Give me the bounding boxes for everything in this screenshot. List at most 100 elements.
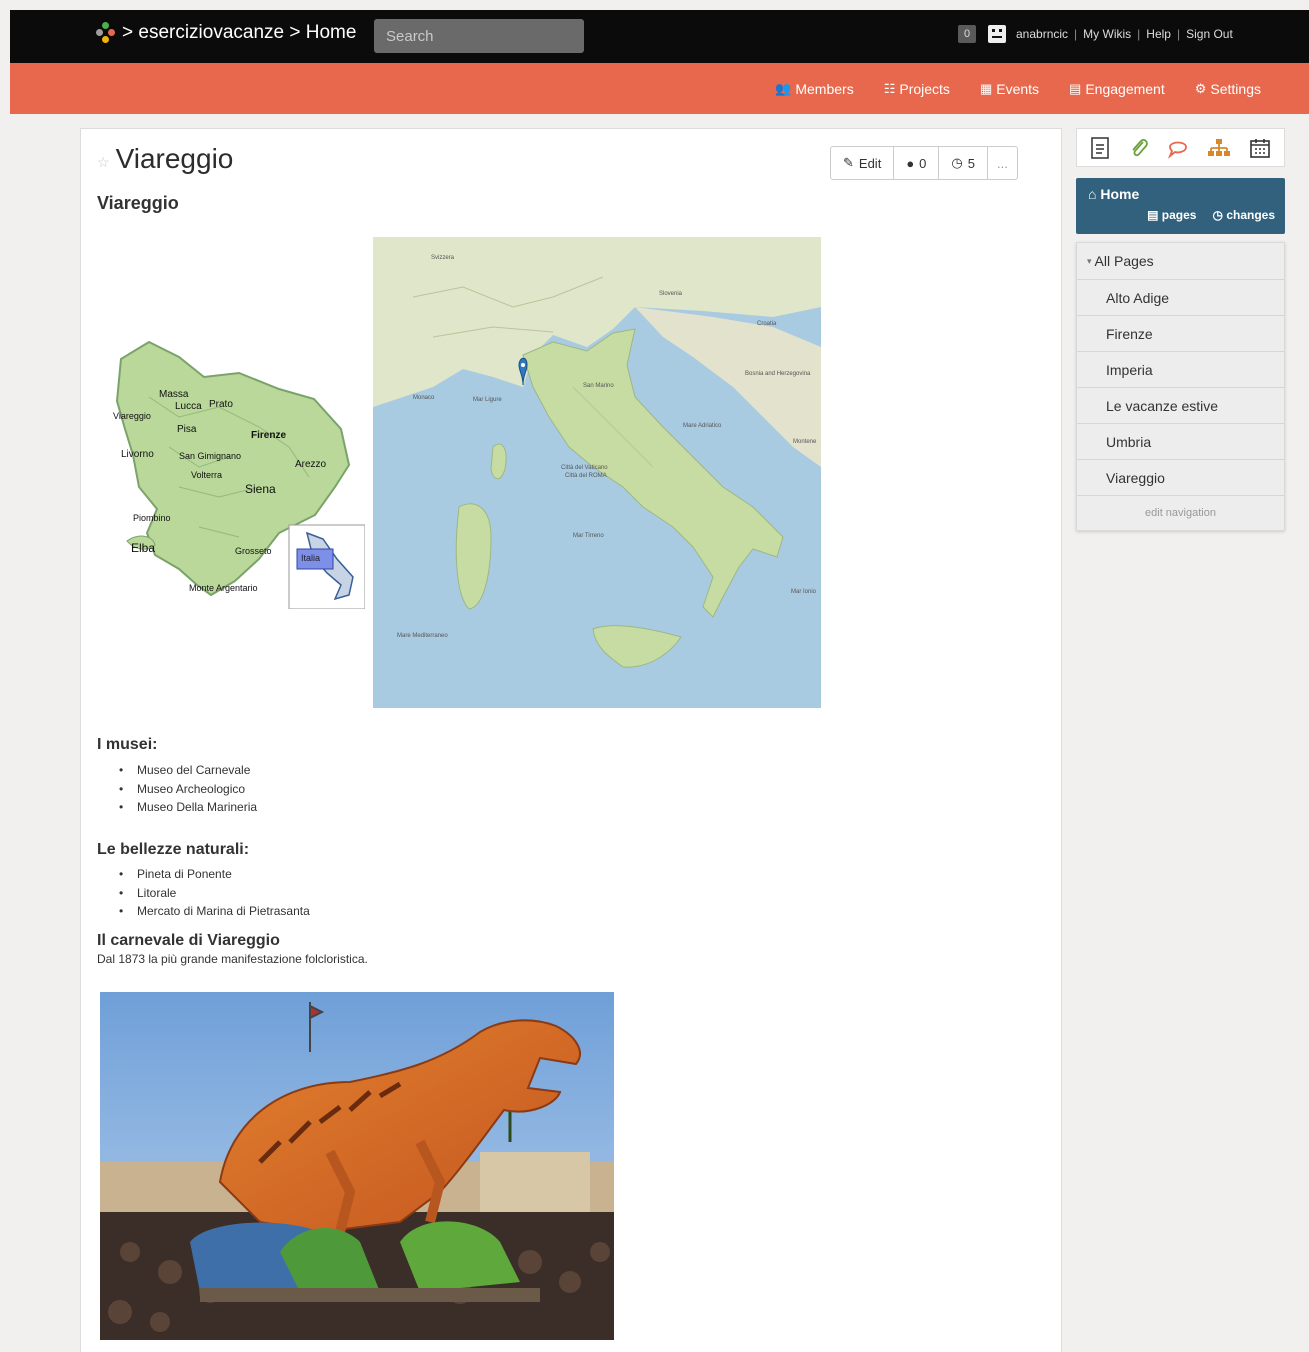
pages-link[interactable]: ▤ pages xyxy=(1147,208,1196,222)
hierarchy-icon[interactable] xyxy=(1207,136,1231,160)
map-label: Firenze xyxy=(251,430,286,441)
nav-events[interactable]: ▦ Events xyxy=(980,81,1039,97)
sidebar-item-viareggio[interactable]: Viareggio xyxy=(1077,460,1284,496)
engagement-icon: ▤ xyxy=(1069,80,1082,96)
pencil-icon: ✎ xyxy=(843,155,854,170)
map-label: Grosseto xyxy=(235,546,272,556)
pages-link-label: pages xyxy=(1161,208,1197,222)
map-label: San Marino xyxy=(583,383,614,389)
map-label: San Gimignano xyxy=(179,451,241,461)
top-bar: > eserciziovacanze > Home 0 anabrncic | … xyxy=(10,10,1309,63)
list-item: Mercato di Marina di Pietrasanta xyxy=(97,902,310,921)
notification-count[interactable]: 0 xyxy=(958,25,976,43)
map-label: Città del ROMA xyxy=(565,473,607,479)
map-label: Massa xyxy=(159,389,189,400)
edit-navigation-link[interactable]: edit navigation xyxy=(1077,496,1284,530)
map-label: Mar Tirreno xyxy=(573,533,604,539)
list-item: Museo del Carnevale xyxy=(97,761,257,780)
page-content: ☆ Viareggio ✎ Edit ● 0 ◷ 5 ... Viareggio… xyxy=(80,128,1062,1352)
separator: | xyxy=(1176,27,1181,41)
attachment-icon[interactable] xyxy=(1128,136,1150,160)
carnival-heading: Il carnevale di Viareggio xyxy=(97,932,280,949)
tuscany-map: Massa Lucca Prato Viareggio Pisa Firenze… xyxy=(113,340,365,609)
map-label: Mare Mediterraneo xyxy=(397,633,448,639)
caret-down-icon: ▾ xyxy=(1087,255,1092,266)
map-label: Monte Argentario xyxy=(189,583,258,593)
map-label: Elba xyxy=(131,541,155,555)
map-label: Monaco xyxy=(413,395,435,401)
map-label: Arezzo xyxy=(295,459,327,470)
list-item: Litorale xyxy=(97,884,310,903)
search-input[interactable] xyxy=(374,19,584,53)
map-label: Italia xyxy=(301,553,320,563)
map-label: Prato xyxy=(209,399,233,410)
nav-members-label: Members xyxy=(795,80,854,97)
separator: | xyxy=(1074,27,1078,41)
map-label: Città del Vaticano xyxy=(561,465,608,471)
nav-engagement[interactable]: ▤ Engagement xyxy=(1069,81,1165,97)
revisions-count: 5 xyxy=(967,155,975,171)
edit-button[interactable]: ✎ Edit xyxy=(831,147,895,179)
map-label: Bosnia and Herzegovina xyxy=(745,371,811,377)
my-wikis-link[interactable]: My Wikis xyxy=(1083,27,1131,41)
list-item: Pineta di Ponente xyxy=(97,865,310,884)
separator: | xyxy=(1137,27,1141,41)
members-icon: 👥 xyxy=(775,80,792,96)
home-label: Home xyxy=(1100,186,1140,202)
projects-icon: ☷ xyxy=(883,80,896,96)
nav-members[interactable]: 👥 Members xyxy=(775,81,854,97)
gear-icon: ⚙ xyxy=(1194,80,1207,96)
map-label: Livorno xyxy=(121,449,154,460)
map-label: Mar Ligure xyxy=(473,397,502,403)
page-icon[interactable] xyxy=(1089,136,1111,160)
pages-icon: ▤ xyxy=(1147,208,1159,222)
museums-list: Museo del Carnevale Museo Archeologico M… xyxy=(97,761,257,817)
page-actions: ✎ Edit ● 0 ◷ 5 ... xyxy=(830,146,1018,180)
carnival-photo xyxy=(100,992,614,1340)
sign-out-link[interactable]: Sign Out xyxy=(1186,27,1233,41)
sidebar-item-umbria[interactable]: Umbria xyxy=(1077,424,1284,460)
nav-settings-label: Settings xyxy=(1210,80,1261,97)
favorite-star-icon[interactable]: ☆ xyxy=(97,154,110,171)
sidebar-item-alto-adige[interactable]: Alto Adige xyxy=(1077,280,1284,316)
calendar-icon: ▦ xyxy=(979,80,993,96)
breadcrumb-text[interactable]: > eserciziovacanze > Home xyxy=(122,22,356,44)
avatar[interactable] xyxy=(988,25,1006,43)
sidebar-item-imperia[interactable]: Imperia xyxy=(1077,352,1284,388)
all-pages-toggle[interactable]: ▾ All Pages xyxy=(1077,243,1284,280)
page-title: Viareggio xyxy=(115,143,234,174)
comments-count: 0 xyxy=(919,155,927,171)
italy-map[interactable]: Svizzera Slovenia Croatia Bosnia and Her… xyxy=(373,237,821,708)
edit-label: Edit xyxy=(858,155,882,171)
nav-engagement-label: Engagement xyxy=(1085,80,1165,97)
help-link[interactable]: Help xyxy=(1146,27,1171,41)
home-icon: ⌂ xyxy=(1088,186,1097,202)
map-label: Viareggio xyxy=(113,411,151,421)
wiki-logo-icon xyxy=(96,22,116,44)
username-link[interactable]: anabrncic xyxy=(1016,27,1068,41)
wiki-breadcrumb[interactable]: > eserciziovacanze > Home xyxy=(96,22,356,44)
pages-navigation: ▾ All Pages Alto Adige Firenze Imperia L… xyxy=(1076,242,1285,531)
home-box: ⌂ Home ▤ pages ◷ changes xyxy=(1076,178,1285,234)
map-label: Volterra xyxy=(191,470,222,480)
changes-link[interactable]: ◷ changes xyxy=(1212,208,1275,222)
nav-projects[interactable]: ☷ Projects xyxy=(884,81,950,97)
nature-list: Pineta di Ponente Litorale Mercato di Ma… xyxy=(97,865,310,921)
map-label: Lucca xyxy=(175,401,202,412)
sidebar-item-firenze[interactable]: Firenze xyxy=(1077,316,1284,352)
nature-heading: Le bellezze naturali: xyxy=(97,841,250,858)
calendar-icon[interactable] xyxy=(1248,136,1272,160)
sidebar-item-le-vacanze-estive[interactable]: Le vacanze estive xyxy=(1077,388,1284,424)
map-label: Pisa xyxy=(177,424,197,435)
home-link[interactable]: ⌂ Home xyxy=(1088,186,1139,202)
nav-projects-label: Projects xyxy=(899,80,950,97)
nav-settings[interactable]: ⚙ Settings xyxy=(1195,81,1261,97)
comment-icon[interactable] xyxy=(1166,136,1190,160)
comments-button[interactable]: ● 0 xyxy=(894,147,940,179)
map-label: Mare Adriatico xyxy=(683,423,722,429)
list-item: Museo Archeologico xyxy=(97,780,257,799)
map-label: Svizzera xyxy=(431,255,455,261)
sidebar-toolbar xyxy=(1076,128,1285,167)
more-button[interactable]: ... xyxy=(988,147,1017,179)
revisions-button[interactable]: ◷ 5 xyxy=(939,147,988,179)
